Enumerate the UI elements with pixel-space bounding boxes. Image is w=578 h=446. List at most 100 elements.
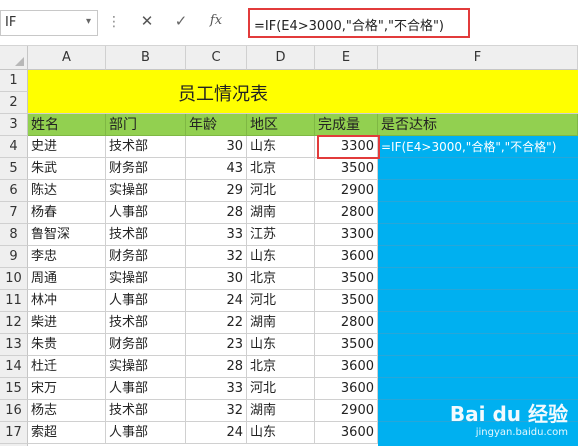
formula-input[interactable]: =IF(E4>3000,"合格","不合格") [248, 8, 470, 38]
cell-dept[interactable]: 技术部 [106, 400, 186, 422]
cell-amount[interactable]: 3300 [315, 224, 378, 246]
cell-name[interactable]: 宋万 [28, 378, 106, 400]
cell-amount[interactable]: 3600 [315, 378, 378, 400]
cell-dept[interactable]: 财务部 [106, 246, 186, 268]
cell-region[interactable]: 北京 [247, 356, 315, 378]
row-header-6[interactable]: 6 [0, 180, 28, 202]
row-header-3[interactable]: 3 [0, 114, 28, 136]
cell-dept[interactable]: 人事部 [106, 202, 186, 224]
cell-amount[interactable]: 3500 [315, 334, 378, 356]
cell-amount[interactable]: 3600 [315, 246, 378, 268]
cell-age[interactable]: 28 [186, 356, 247, 378]
cell-name[interactable]: 杨志 [28, 400, 106, 422]
cell-region[interactable]: 河北 [247, 378, 315, 400]
column-header-e[interactable]: E [315, 46, 378, 70]
cell-dept[interactable]: 人事部 [106, 378, 186, 400]
cell-age[interactable]: 24 [186, 290, 247, 312]
cell-name[interactable]: 朱贵 [28, 334, 106, 356]
cell-region[interactable]: 北京 [247, 268, 315, 290]
more-options-icon[interactable]: ⋮ [107, 14, 121, 30]
row-header-4[interactable]: 4 [0, 136, 28, 158]
row-header-8[interactable]: 8 [0, 224, 28, 246]
chevron-down-icon[interactable]: ▾ [86, 16, 91, 27]
header-amount[interactable]: 完成量 [315, 114, 378, 136]
cell-name[interactable]: 周通 [28, 268, 106, 290]
cell-age[interactable]: 22 [186, 312, 247, 334]
cell-name[interactable]: 杨春 [28, 202, 106, 224]
cell-age[interactable]: 29 [186, 180, 247, 202]
column-header-a[interactable]: A [28, 46, 106, 70]
cell-age[interactable]: 30 [186, 136, 247, 158]
cell-dept[interactable]: 实操部 [106, 356, 186, 378]
cell-age[interactable]: 23 [186, 334, 247, 356]
cell-amount[interactable]: 2900 [315, 400, 378, 422]
cell-region[interactable]: 湖南 [247, 202, 315, 224]
cell-amount[interactable]: 2900 [315, 180, 378, 202]
select-all-button[interactable] [0, 46, 28, 70]
cell-name[interactable]: 索超 [28, 422, 106, 444]
cell-amount[interactable]: 3500 [315, 158, 378, 180]
cell-age[interactable]: 30 [186, 268, 247, 290]
cell-region[interactable]: 北京 [247, 158, 315, 180]
cell-name[interactable]: 杜迁 [28, 356, 106, 378]
header-dept[interactable]: 部门 [106, 114, 186, 136]
cell-region[interactable]: 山东 [247, 422, 315, 444]
row-header-17[interactable]: 17 [0, 422, 28, 444]
cell-region[interactable]: 河北 [247, 180, 315, 202]
cell-age[interactable]: 28 [186, 202, 247, 224]
cell-dept[interactable]: 财务部 [106, 158, 186, 180]
cell-age[interactable]: 33 [186, 224, 247, 246]
header-qualified[interactable]: 是否达标 [378, 114, 578, 136]
cell-name[interactable]: 史进 [28, 136, 106, 158]
cell-age[interactable]: 24 [186, 422, 247, 444]
header-age[interactable]: 年龄 [186, 114, 247, 136]
row-header-16[interactable]: 16 [0, 400, 28, 422]
column-header-c[interactable]: C [186, 46, 247, 70]
cell-age[interactable]: 43 [186, 158, 247, 180]
cell-name[interactable]: 朱武 [28, 158, 106, 180]
insert-function-icon[interactable]: fx [205, 13, 227, 35]
cell-dept[interactable]: 技术部 [106, 312, 186, 334]
cell-region[interactable]: 湖南 [247, 312, 315, 334]
cell-amount[interactable]: 2800 [315, 312, 378, 334]
cell-amount[interactable]: 3500 [315, 290, 378, 312]
cancel-icon[interactable]: ✕ [136, 12, 158, 34]
title-cell[interactable]: 员工情况表 [28, 70, 578, 114]
cell-dept[interactable]: 人事部 [106, 422, 186, 444]
cell-amount[interactable]: 2800 [315, 202, 378, 224]
row-header-13[interactable]: 13 [0, 334, 28, 356]
cell-name[interactable]: 李忠 [28, 246, 106, 268]
cell-dept[interactable]: 实操部 [106, 268, 186, 290]
cell-name[interactable]: 柴进 [28, 312, 106, 334]
column-header-f[interactable]: F [378, 46, 578, 70]
cell-dept[interactable]: 技术部 [106, 136, 186, 158]
cell-name[interactable]: 林冲 [28, 290, 106, 312]
cell-region[interactable]: 江苏 [247, 224, 315, 246]
enter-icon[interactable]: ✓ [170, 12, 192, 34]
row-header-11[interactable]: 11 [0, 290, 28, 312]
cell-region[interactable]: 山东 [247, 136, 315, 158]
row-header-14[interactable]: 14 [0, 356, 28, 378]
cell-dept[interactable]: 实操部 [106, 180, 186, 202]
cell-age[interactable]: 32 [186, 400, 247, 422]
cell-region[interactable]: 山东 [247, 334, 315, 356]
active-cell-f4[interactable]: =IF(E4>3000,"合格","不合格") [381, 137, 578, 157]
cell-name[interactable]: 陈达 [28, 180, 106, 202]
cell-age[interactable]: 32 [186, 246, 247, 268]
header-name[interactable]: 姓名 [28, 114, 106, 136]
column-header-d[interactable]: D [247, 46, 315, 70]
cell-amount[interactable]: 3500 [315, 268, 378, 290]
column-header-b[interactable]: B [106, 46, 186, 70]
cell-dept[interactable]: 人事部 [106, 290, 186, 312]
row-header-9[interactable]: 9 [0, 246, 28, 268]
header-region[interactable]: 地区 [247, 114, 315, 136]
row-header-2[interactable]: 2 [0, 92, 28, 114]
cell-region[interactable]: 山东 [247, 246, 315, 268]
row-header-1[interactable]: 1 [0, 70, 28, 92]
row-header-10[interactable]: 10 [0, 268, 28, 290]
cell-region[interactable]: 河北 [247, 290, 315, 312]
name-box[interactable]: IF ▾ [0, 10, 98, 36]
cell-name[interactable]: 鲁智深 [28, 224, 106, 246]
cell-dept[interactable]: 财务部 [106, 334, 186, 356]
cell-dept[interactable]: 技术部 [106, 224, 186, 246]
